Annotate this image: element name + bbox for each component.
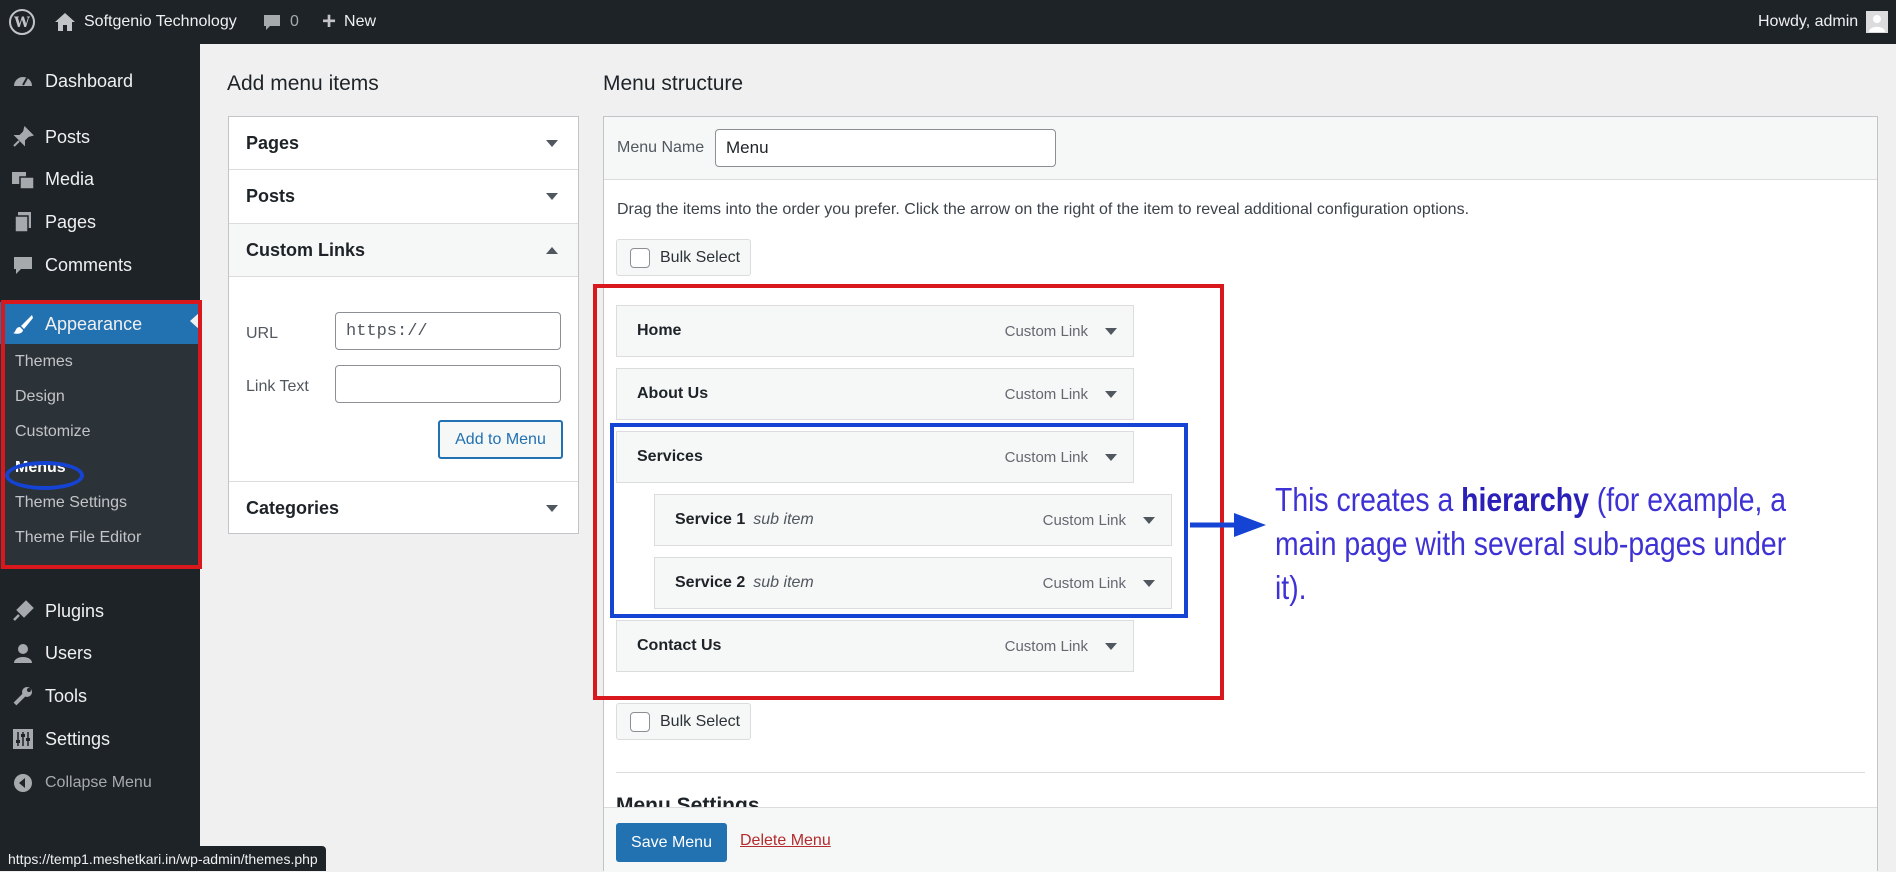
comments-count: 0 bbox=[290, 13, 299, 30]
drag-instructions: Drag the items into the order you prefer… bbox=[617, 201, 1470, 218]
menu-name-label: Menu Name bbox=[617, 139, 705, 156]
avatar bbox=[1866, 11, 1889, 33]
add-menu-items-heading: Add menu items bbox=[227, 72, 379, 95]
accordion-posts[interactable]: Posts bbox=[229, 170, 578, 224]
sidebar-label: Tools bbox=[45, 685, 88, 706]
pushpin-icon bbox=[11, 125, 35, 149]
accordion-pages[interactable]: Pages bbox=[229, 117, 578, 170]
url-label: URL bbox=[246, 325, 279, 342]
bulk-select-label: Bulk Select bbox=[660, 248, 741, 266]
accordion-title: Posts bbox=[246, 186, 296, 206]
caret-down-icon bbox=[546, 139, 558, 147]
sidebar-item-posts[interactable]: Posts bbox=[0, 117, 200, 157]
delete-menu-link[interactable]: Delete Menu bbox=[740, 832, 831, 850]
account-menu[interactable]: Howdy, admin bbox=[1758, 0, 1889, 44]
comment-bubble-icon bbox=[11, 253, 35, 277]
sidebar-item-dashboard[interactable]: Dashboard bbox=[0, 61, 200, 101]
sidebar-label: Users bbox=[45, 642, 93, 663]
bulk-select-label: Bulk Select bbox=[660, 712, 741, 730]
caret-up-icon bbox=[546, 246, 558, 254]
home-icon bbox=[55, 13, 75, 31]
sidebar-label: Settings bbox=[45, 728, 111, 749]
plug-icon bbox=[11, 599, 35, 623]
sidebar-item-plugins[interactable]: Plugins bbox=[0, 591, 200, 631]
menu-settings-heading: Menu Settings bbox=[616, 794, 760, 807]
sidebar-item-tools[interactable]: Tools bbox=[0, 676, 200, 716]
add-to-menu-button[interactable]: Add to Menu bbox=[438, 420, 563, 459]
caret-down-icon bbox=[546, 504, 558, 512]
wordpress-logo-icon[interactable]: W bbox=[8, 0, 36, 44]
bulk-select-checkbox[interactable] bbox=[630, 247, 650, 268]
new-label: New bbox=[344, 13, 377, 30]
sidebar-label: Collapse Menu bbox=[45, 774, 152, 791]
status-bar-url: https://temp1.meshetkari.in/wp-admin/the… bbox=[0, 846, 326, 871]
accordion-title: Pages bbox=[246, 132, 300, 153]
annotation-arrow-icon bbox=[1190, 513, 1266, 537]
annotation-text-part: This creates a bbox=[1275, 481, 1462, 518]
sidebar-label: Dashboard bbox=[45, 70, 134, 91]
collapse-menu-button[interactable]: Collapse Menu bbox=[0, 763, 200, 803]
sidebar-item-comments[interactable]: Comments bbox=[0, 245, 200, 285]
site-name-link[interactable]: Softgenio Technology bbox=[54, 0, 237, 44]
add-menu-items-panel: Pages Posts Custom Links URL https:// Li… bbox=[228, 116, 579, 534]
accordion-categories[interactable]: Categories bbox=[229, 481, 578, 534]
bulk-select-bottom[interactable]: Bulk Select bbox=[616, 703, 751, 740]
sidebar-item-pages[interactable]: Pages bbox=[0, 202, 200, 242]
new-content-link[interactable]: + New bbox=[322, 0, 376, 44]
svg-text:W: W bbox=[13, 15, 30, 31]
wrench-icon bbox=[11, 684, 35, 708]
caret-down-icon bbox=[546, 193, 558, 200]
menu-footer-bar: Save Menu Delete Menu bbox=[604, 807, 1877, 872]
site-name: Softgenio Technology bbox=[84, 13, 237, 30]
bulk-select-top[interactable]: Bulk Select bbox=[616, 239, 751, 276]
plus-icon: + bbox=[322, 8, 337, 35]
link-text-input[interactable] bbox=[335, 365, 561, 403]
menu-name-bar: Menu Name Menu bbox=[604, 117, 1877, 180]
menu-structure-heading: Menu structure bbox=[603, 72, 744, 95]
comment-bubble-icon bbox=[264, 15, 280, 30]
admin-bar: W Softgenio Technology 0 + New Howdy, ad… bbox=[0, 0, 1896, 44]
divider bbox=[616, 772, 1865, 773]
sidebar-label: Media bbox=[45, 168, 95, 189]
save-menu-button[interactable]: Save Menu bbox=[616, 823, 727, 862]
comments-link[interactable]: 0 bbox=[262, 0, 299, 44]
accordion-title: Categories bbox=[246, 497, 340, 518]
pages-icon bbox=[11, 210, 35, 234]
user-icon bbox=[11, 641, 35, 665]
sidebar-item-media[interactable]: Media bbox=[0, 159, 200, 199]
annotation-bold-word: hierarchy bbox=[1461, 481, 1589, 518]
sidebar-item-users[interactable]: Users bbox=[0, 633, 200, 673]
menu-name-input[interactable]: Menu bbox=[715, 129, 1056, 167]
bulk-select-checkbox[interactable] bbox=[630, 711, 650, 732]
dashboard-gauge-icon bbox=[11, 69, 35, 93]
url-input[interactable]: https:// bbox=[335, 312, 561, 350]
collapse-arrow-icon bbox=[11, 771, 35, 795]
sidebar-label: Plugins bbox=[45, 600, 105, 621]
accordion-title: Custom Links bbox=[246, 239, 366, 260]
annotation-blue-box-hierarchy bbox=[610, 423, 1188, 618]
howdy-text: Howdy, admin bbox=[1758, 13, 1859, 30]
annotation-red-box-appearance bbox=[1, 300, 202, 569]
media-camera-icon bbox=[11, 167, 35, 191]
annotation-blue-oval-menus bbox=[5, 461, 84, 490]
sidebar-label: Pages bbox=[45, 211, 97, 232]
sidebar-label: Comments bbox=[45, 254, 133, 275]
link-text-label: Link Text bbox=[246, 378, 309, 395]
settings-sliders-icon bbox=[11, 727, 35, 751]
accordion-custom-links[interactable]: Custom Links bbox=[229, 224, 578, 277]
sidebar-label: Posts bbox=[45, 126, 91, 147]
sidebar-item-settings[interactable]: Settings bbox=[0, 719, 200, 759]
annotation-text: This creates a hierarchy (for example, a… bbox=[1275, 478, 1791, 610]
